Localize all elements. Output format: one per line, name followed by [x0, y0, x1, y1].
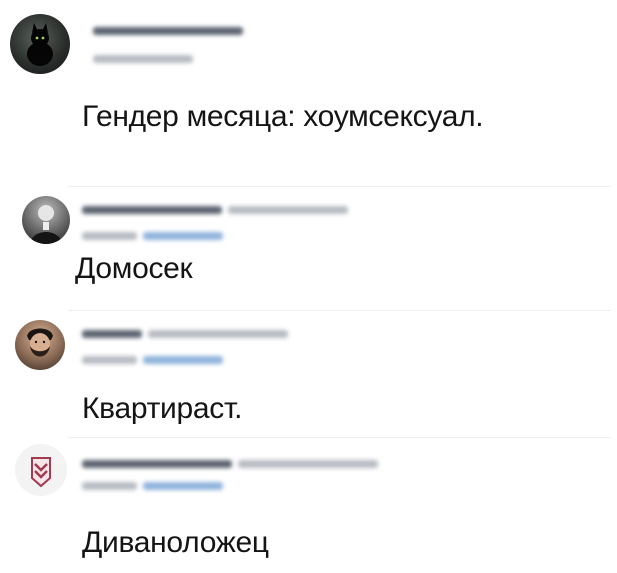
author-handle-time[interactable]: [148, 330, 288, 338]
shield-logo-icon: [31, 457, 51, 488]
man-portrait-avatar[interactable]: [22, 196, 70, 244]
author-name[interactable]: [82, 330, 142, 338]
post: Диваноложец: [0, 442, 617, 573]
cat-silhouette-icon: [27, 23, 53, 66]
cat-avatar[interactable]: [10, 14, 70, 74]
reply-to-link[interactable]: [143, 356, 223, 364]
bearded-man-avatar[interactable]: [15, 320, 65, 370]
reply-to-link[interactable]: [143, 482, 223, 490]
post-text: Домосек: [75, 252, 193, 285]
author-handle-time[interactable]: [238, 460, 378, 468]
post-text: Гендер месяца: хоумсексуал.: [82, 100, 484, 133]
reply-to-label: [82, 356, 137, 364]
author-handle-time[interactable]: [228, 206, 348, 214]
divider: [68, 310, 611, 311]
person-silhouette-icon: [30, 205, 62, 244]
author-name[interactable]: [82, 206, 222, 214]
reply-to-label: [82, 482, 137, 490]
post: Домосек: [0, 192, 617, 307]
author-name[interactable]: [93, 27, 243, 35]
reply-to-label: [82, 232, 137, 240]
author-name[interactable]: [82, 460, 232, 468]
post-text: Диваноложец: [82, 526, 269, 559]
reply-to-link[interactable]: [143, 232, 223, 240]
divider: [68, 186, 611, 187]
divider: [68, 437, 611, 438]
post-text: Квартираст.: [82, 392, 243, 425]
bearded-face-icon: [27, 328, 53, 357]
post: Квартираст.: [0, 314, 617, 434]
post: Гендер месяца: хоумсексуал.: [0, 0, 617, 180]
author-handle[interactable]: [93, 55, 193, 63]
shield-logo-avatar[interactable]: [15, 444, 67, 496]
